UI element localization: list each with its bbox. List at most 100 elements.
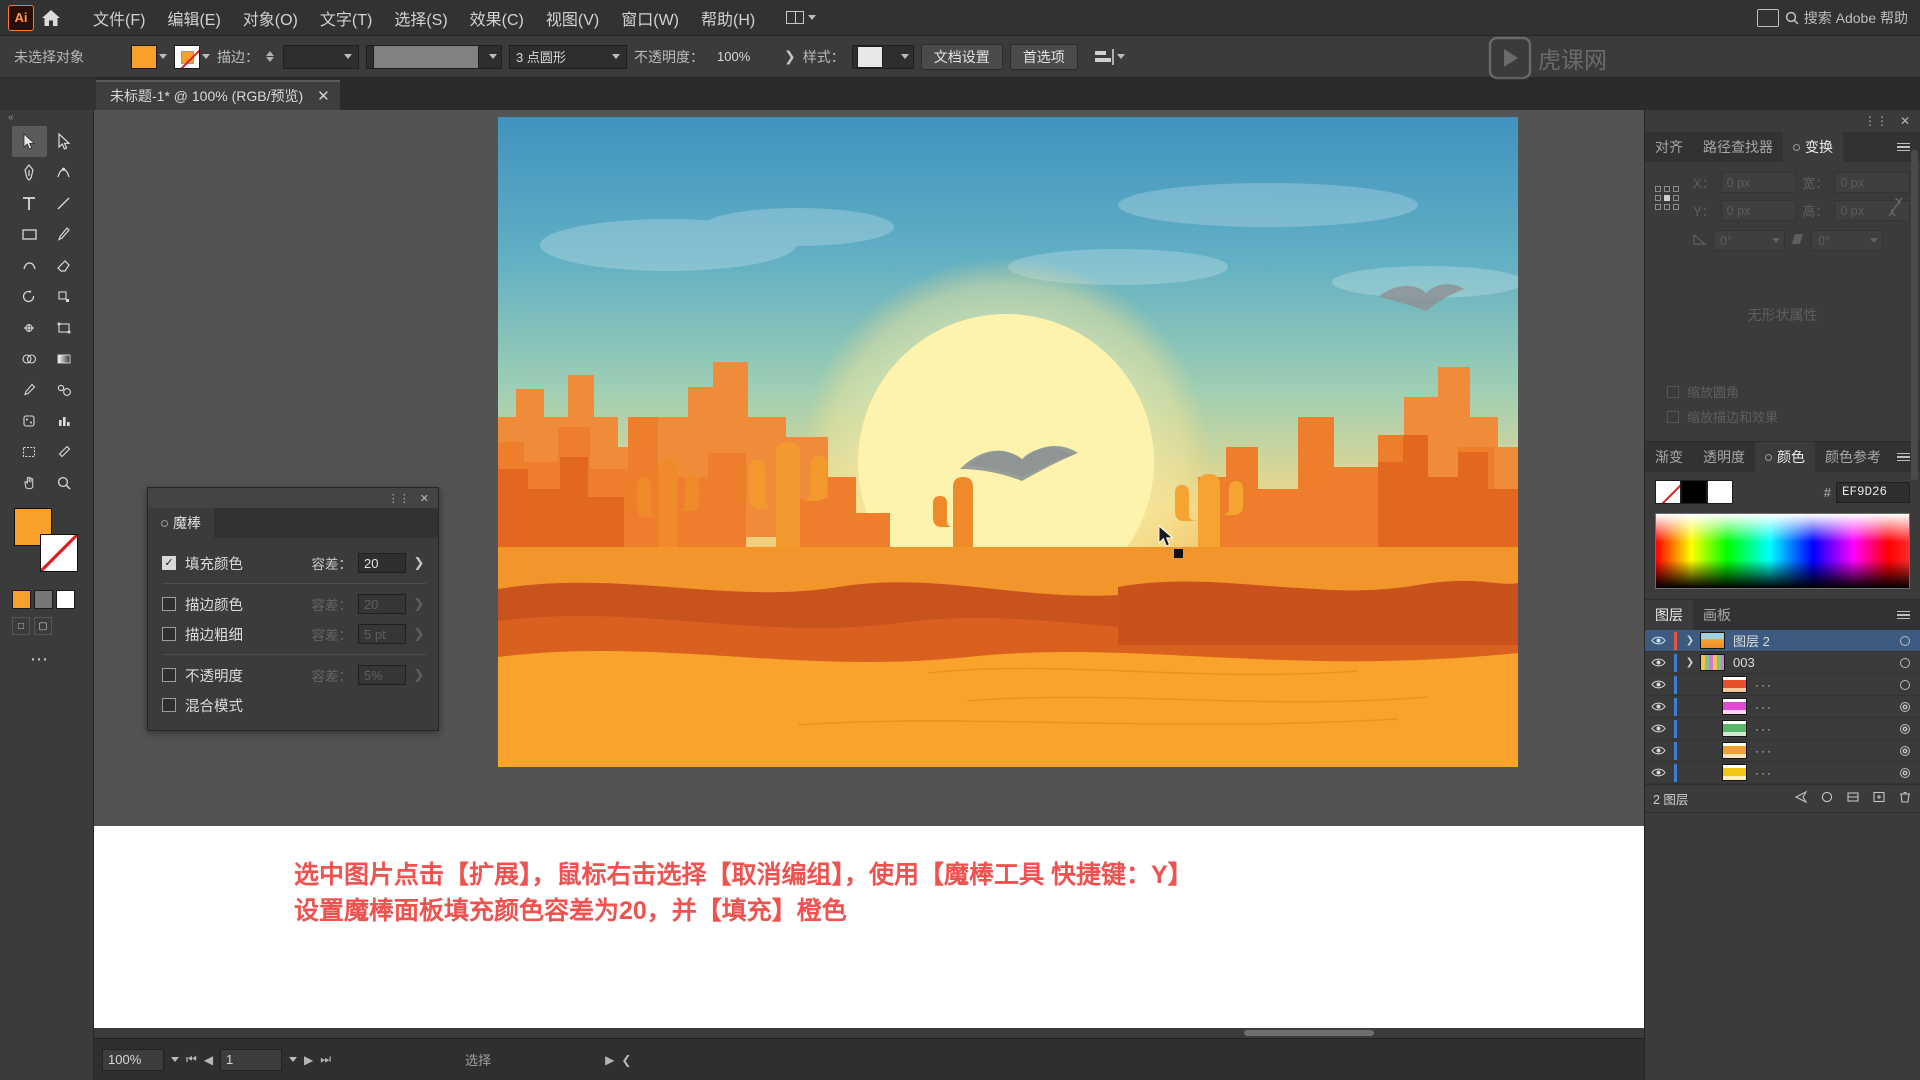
- home-icon[interactable]: [34, 0, 68, 36]
- delete-layer-icon[interactable]: [1898, 790, 1912, 807]
- swatch-black[interactable]: [1681, 480, 1707, 504]
- next-page-icon[interactable]: ▶: [304, 1053, 313, 1067]
- wand-row-opacity[interactable]: 不透明度 容差： 5% ❯: [162, 660, 426, 690]
- status-menu-icon[interactable]: ▶: [605, 1053, 614, 1067]
- none-mode[interactable]: [56, 590, 75, 609]
- rotate-tool[interactable]: [12, 281, 47, 312]
- magic-wand-panel[interactable]: ⋮⋮ ✕ 魔棒 ✓ 填充颜色 容差： 20 ❯ 描边颜色 容差： 20 ❯ 描边…: [147, 487, 439, 731]
- close-icon[interactable]: ✕: [1900, 114, 1910, 128]
- layer-name[interactable]: 003: [1733, 655, 1890, 670]
- document-setup-button[interactable]: 文档设置: [920, 43, 1003, 70]
- menu-item-file[interactable]: 文件(F): [82, 2, 156, 34]
- stroke-profile-select[interactable]: 3 点圆形: [509, 44, 627, 69]
- stroke-weight-stepper[interactable]: [266, 51, 274, 62]
- swatch-white[interactable]: [1707, 480, 1733, 504]
- stroke-color-checkbox[interactable]: [162, 597, 176, 611]
- swatch-none[interactable]: [1655, 480, 1681, 504]
- layer-row[interactable]: ❯ 003: [1645, 652, 1920, 674]
- width-tool[interactable]: [12, 312, 47, 343]
- chevron-down-icon[interactable]: [289, 1057, 298, 1062]
- stroke-color-control[interactable]: [174, 44, 210, 69]
- free-transform-tool[interactable]: [47, 312, 82, 343]
- zoom-level-input[interactable]: 100%: [102, 1048, 164, 1071]
- chevron-down-icon[interactable]: [1772, 238, 1780, 243]
- tab-layers[interactable]: 图层: [1645, 600, 1693, 630]
- last-page-icon[interactable]: ⏭: [320, 1052, 331, 1067]
- screen-mode-icon[interactable]: ▢: [34, 617, 52, 635]
- layer-row[interactable]: ···: [1645, 762, 1920, 784]
- previous-page-icon[interactable]: ◀: [204, 1053, 213, 1067]
- target-icon[interactable]: [1890, 745, 1920, 756]
- blend-tool[interactable]: [47, 374, 82, 405]
- tab-artboards[interactable]: 画板: [1693, 600, 1741, 630]
- align-control[interactable]: [1093, 48, 1125, 66]
- symbol-sprayer-tool[interactable]: [12, 405, 47, 436]
- wand-row-stroke-weight[interactable]: 描边粗细 容差： 5 pt ❯: [162, 619, 426, 649]
- wand-row-fill-color[interactable]: ✓ 填充颜色 容差： 20 ❯: [162, 548, 426, 578]
- locate-object-icon[interactable]: [1794, 790, 1808, 807]
- close-icon[interactable]: ✕: [420, 492, 429, 505]
- chevron-down-icon[interactable]: [202, 54, 210, 59]
- layer-row[interactable]: ···: [1645, 696, 1920, 718]
- graphic-style-select[interactable]: [851, 44, 914, 69]
- layer-row[interactable]: ···: [1645, 674, 1920, 696]
- collapse-icon[interactable]: ⋮⋮: [388, 492, 410, 505]
- scale-corners-checkbox[interactable]: [1667, 385, 1679, 398]
- menu-item-object[interactable]: 对象(O): [232, 2, 309, 34]
- selection-tool[interactable]: [12, 126, 47, 157]
- blending-mode-checkbox[interactable]: [162, 698, 176, 712]
- y-input[interactable]: 0 px: [1720, 200, 1797, 221]
- scale-strokes-checkbox[interactable]: [1667, 410, 1679, 423]
- chevron-down-icon[interactable]: [159, 54, 167, 59]
- reference-point-selector[interactable]: [1655, 186, 1679, 210]
- eye-icon[interactable]: [1645, 723, 1671, 734]
- color-spectrum-ramp[interactable]: [1655, 513, 1910, 589]
- chevron-down-icon[interactable]: [1116, 54, 1125, 59]
- document-tab[interactable]: 未标题-1* @ 100% (RGB/预览) ✕: [96, 80, 340, 110]
- target-icon[interactable]: [1890, 679, 1920, 690]
- width-input[interactable]: 0 px: [1834, 172, 1910, 193]
- line-segment-tool[interactable]: [47, 188, 82, 219]
- collapse-icon[interactable]: ⋮⋮: [1864, 114, 1888, 128]
- eye-icon[interactable]: [1645, 635, 1671, 646]
- close-icon[interactable]: ✕: [317, 89, 330, 104]
- paintbrush-tool[interactable]: [47, 219, 82, 250]
- wand-row-stroke-color[interactable]: 描边颜色 容差： 20 ❯: [162, 589, 426, 619]
- chevron-down-icon[interactable]: [612, 54, 620, 59]
- tab-color[interactable]: 颜色: [1755, 442, 1815, 472]
- more-tools-icon[interactable]: ⋯: [0, 635, 93, 670]
- hand-tool[interactable]: [12, 467, 47, 498]
- column-graph-tool[interactable]: [47, 405, 82, 436]
- stroke-weight-checkbox[interactable]: [162, 627, 176, 641]
- panel-menu-icon[interactable]: [1897, 600, 1920, 630]
- opacity-checkbox[interactable]: [162, 668, 176, 682]
- tab-transparency[interactable]: 透明度: [1693, 442, 1755, 472]
- slice-tool[interactable]: [47, 436, 82, 467]
- eyedropper-tool[interactable]: [12, 374, 47, 405]
- direct-selection-tool[interactable]: [47, 126, 82, 157]
- chevron-down-icon[interactable]: [344, 54, 352, 59]
- chevron-right-icon[interactable]: ❯: [1680, 635, 1700, 646]
- scale-tool[interactable]: [47, 281, 82, 312]
- shape-builder-tool[interactable]: [12, 343, 47, 374]
- eraser-tool[interactable]: [47, 250, 82, 281]
- fill-swatch[interactable]: [131, 44, 157, 69]
- gradient-mode[interactable]: [34, 590, 53, 609]
- link-broken-icon[interactable]: [1887, 196, 1904, 223]
- menu-item-select[interactable]: 选择(S): [383, 2, 458, 34]
- target-icon[interactable]: [1890, 657, 1920, 668]
- chevron-down-icon[interactable]: [900, 54, 909, 59]
- tab-color-guide[interactable]: 颜色参考: [1815, 442, 1891, 472]
- gradient-tool[interactable]: [47, 343, 82, 374]
- scale-strokes-row[interactable]: 缩放描边和效果: [1655, 404, 1910, 429]
- fill-color-checkbox[interactable]: ✓: [162, 556, 176, 570]
- status-collapse-icon[interactable]: ❮: [621, 1053, 631, 1067]
- eye-icon[interactable]: [1645, 679, 1671, 690]
- layer-row[interactable]: ❯ 图层 2: [1645, 630, 1920, 652]
- shaper-tool[interactable]: [12, 250, 47, 281]
- shear-input[interactable]: 0°: [1811, 230, 1883, 251]
- wand-row-blending-mode[interactable]: 混合模式: [162, 690, 426, 720]
- layer-name[interactable]: 图层 2: [1733, 631, 1890, 650]
- stroke-swatch-none[interactable]: [174, 44, 200, 69]
- preferences-button[interactable]: 首选项: [1009, 43, 1078, 70]
